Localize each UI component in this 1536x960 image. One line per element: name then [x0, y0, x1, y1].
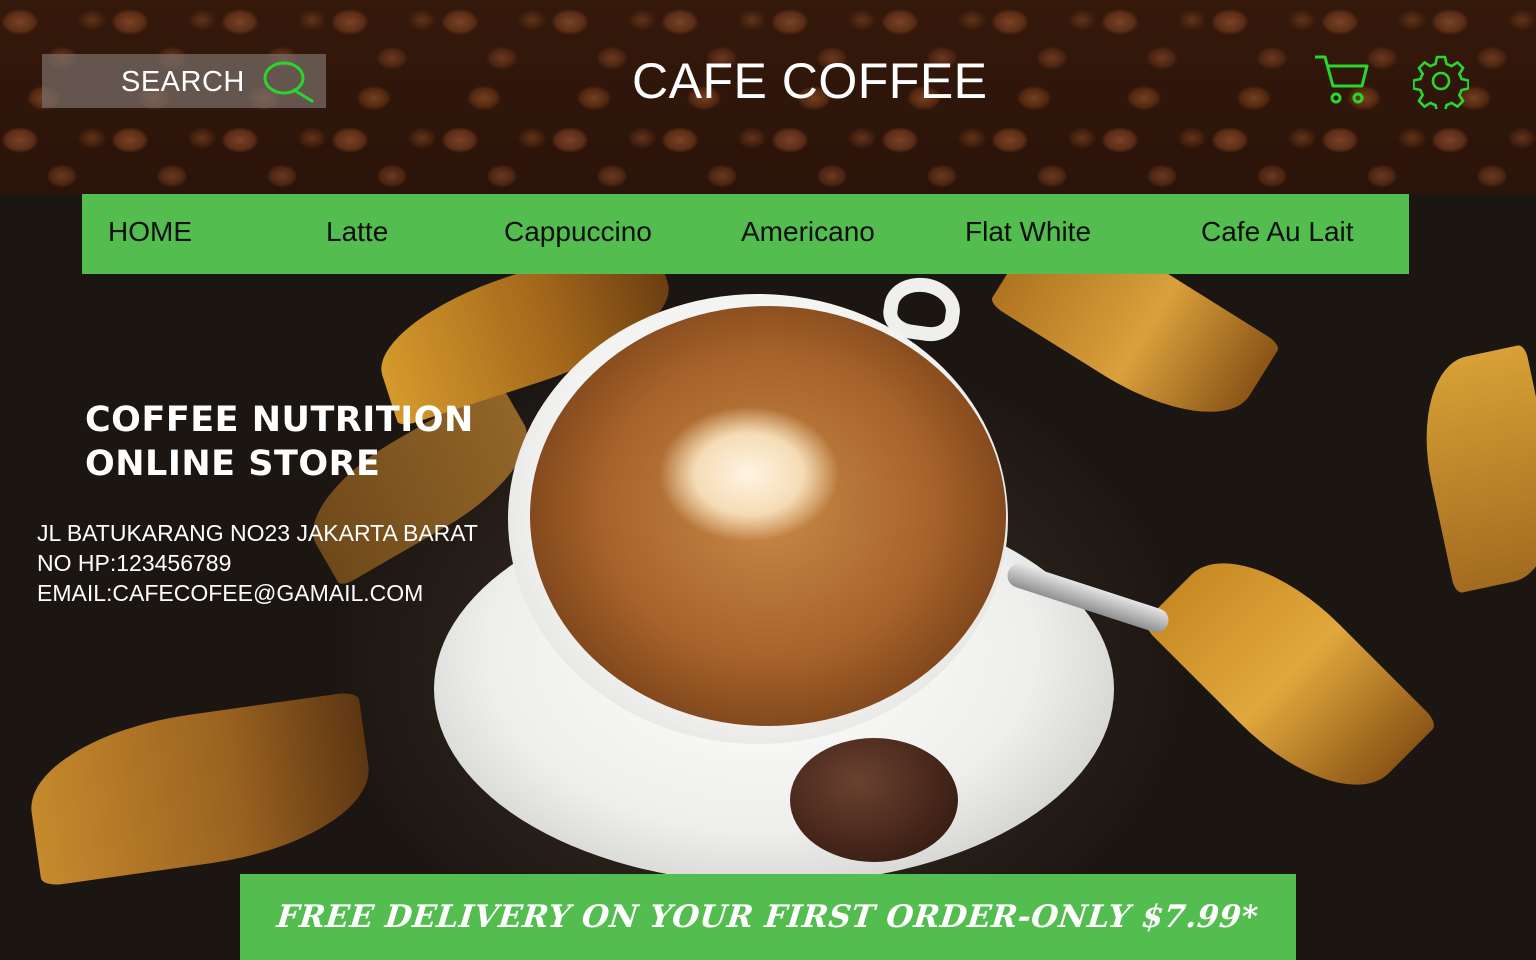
store-address: JL BATUKARANG NO23 JAKARTA BARAT [37, 520, 478, 546]
nav-item-home[interactable]: HOME [108, 216, 192, 248]
site-title: CAFE COFFEE [632, 53, 988, 109]
search-box[interactable]: SEARCH [42, 54, 326, 108]
search-icon[interactable] [260, 58, 316, 104]
header-banner: SEARCH CAFE COFFEE [0, 0, 1536, 194]
store-phone: NO HP:123456789 [37, 550, 232, 576]
store-heading-line1: COFFEE NUTRITION [85, 400, 474, 440]
promo-text: FREE DELIVERY ON YOUR FIRST ORDER-ONLY $… [275, 899, 1261, 935]
leaf-decoration [1141, 525, 1439, 823]
nav-item-americano[interactable]: Americano [741, 216, 875, 248]
cart-icon[interactable] [1312, 52, 1370, 106]
nav-item-latte[interactable]: Latte [326, 216, 388, 248]
cookie [790, 738, 958, 862]
store-email: EMAIL:CAFECOFEE@GAMAIL.COM [37, 580, 424, 606]
nav-item-cafe-au-lait[interactable]: Cafe Au Lait [1201, 216, 1354, 248]
store-heading-line2: ONLINE STORE [85, 444, 381, 484]
search-label: SEARCH [121, 66, 245, 98]
nav-item-cappuccino[interactable]: Cappuccino [504, 216, 652, 248]
gear-icon[interactable] [1413, 53, 1469, 109]
leaf-decoration [1407, 344, 1536, 594]
promo-banner[interactable]: FREE DELIVERY ON YOUR FIRST ORDER-ONLY $… [240, 874, 1296, 960]
latte-art [530, 306, 1006, 726]
leaf-decoration [21, 691, 379, 887]
store-heading: COFFEE NUTRITION ONLINE STORE [85, 398, 474, 486]
store-contact-info: JL BATUKARANG NO23 JAKARTA BARAT NO HP:1… [37, 518, 478, 608]
main-nav: HOME Latte Cappuccino Americano Flat Whi… [82, 194, 1409, 274]
nav-item-flat-white[interactable]: Flat White [965, 216, 1091, 248]
